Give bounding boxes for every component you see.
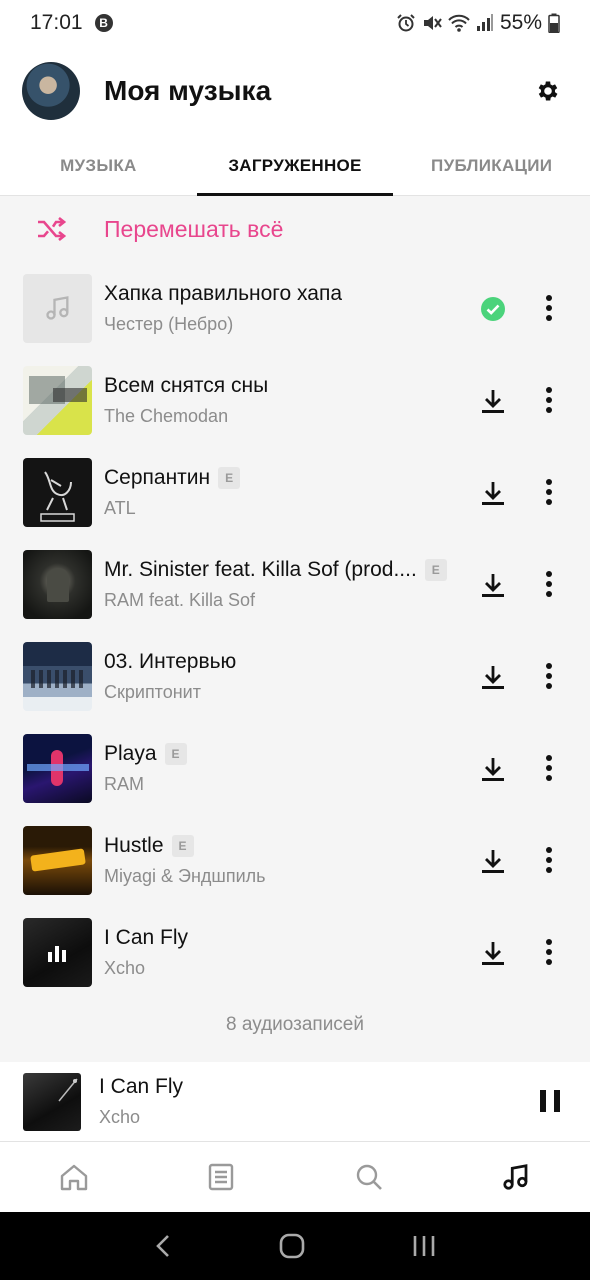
track-artist: RAM feat. Killa Sof (104, 589, 256, 610)
music-icon[interactable] (443, 1142, 590, 1212)
track-row[interactable]: Hustle E Miyagi & Эндшпиль (0, 814, 590, 906)
feed-icon[interactable] (148, 1142, 296, 1212)
track-row[interactable]: Mr. Sinister feat. Killa Sof (prod.... E … (0, 538, 590, 630)
download-icon[interactable] (478, 754, 508, 784)
explicit-badge: E (218, 466, 241, 489)
status-time: 17:01 (30, 11, 83, 34)
shuffle-label: Перемешать всё (104, 215, 284, 242)
track-artist: Честер (Небро) (104, 313, 234, 334)
more-options-icon[interactable] (536, 476, 562, 508)
shuffle-icon (38, 217, 66, 241)
signal-icon (476, 14, 493, 31)
download-icon[interactable] (478, 938, 508, 968)
track-artist: Xcho (104, 957, 146, 978)
track-title: Playa (104, 741, 157, 765)
bottom-nav (0, 1142, 590, 1212)
gear-icon[interactable] (528, 71, 568, 111)
more-options-icon[interactable] (536, 936, 562, 968)
track-title: Mr. Sinister feat. Killa Sof (prod.... (104, 557, 417, 581)
search-icon[interactable] (295, 1142, 443, 1212)
track-title: I Can Fly (104, 925, 189, 949)
track-title: 03. Интервью (104, 649, 237, 673)
track-artist: ATL (104, 497, 136, 518)
more-options-icon[interactable] (536, 752, 562, 784)
track-artist: The Chemodan (104, 405, 229, 426)
track-row[interactable]: Playa E RAM (0, 722, 590, 814)
download-icon[interactable] (478, 386, 508, 416)
track-cover (23, 733, 92, 803)
tab-publications[interactable]: ПУБЛИКАЦИИ (393, 136, 590, 195)
more-options-icon[interactable] (536, 568, 562, 600)
download-icon[interactable] (478, 662, 508, 692)
track-cover (23, 917, 92, 987)
explicit-badge: E (424, 558, 447, 581)
now-playing-cover (23, 1072, 81, 1131)
system-nav-bar (0, 1212, 590, 1280)
tab-downloaded[interactable]: ЗАГРУЖЕННОЕ (196, 136, 394, 196)
more-options-icon[interactable] (536, 384, 562, 416)
home-button-icon[interactable] (278, 1232, 306, 1260)
back-icon[interactable] (153, 1232, 173, 1260)
more-options-icon[interactable] (536, 844, 562, 876)
explicit-badge: E (164, 742, 187, 765)
download-icon[interactable] (478, 570, 508, 600)
track-row[interactable]: Всем снятся сны The Chemodan (0, 354, 590, 446)
home-icon[interactable] (0, 1142, 148, 1212)
alarm-icon (397, 14, 415, 32)
now-playing-artist: Xcho (99, 1107, 141, 1127)
mini-player[interactable]: I Can Fly Xcho (0, 1062, 590, 1142)
header: Моя музыка (0, 46, 590, 136)
track-cover (23, 825, 92, 895)
track-cover (23, 365, 92, 435)
recents-icon[interactable] (411, 1233, 437, 1259)
track-list: Хапка правильного хапа Честер (Небро) Вс… (0, 262, 590, 998)
track-artist: RAM (104, 773, 144, 794)
track-cover-placeholder (23, 273, 92, 343)
track-artist: Miyagi & Эндшпиль (104, 865, 266, 886)
battery-icon (548, 13, 560, 33)
track-cover (23, 457, 92, 527)
track-title: Хапка правильного хапа (104, 281, 343, 305)
track-cover (23, 549, 92, 619)
track-title: Серпантин (104, 465, 211, 489)
battery-level: 55% (499, 11, 542, 34)
pause-icon[interactable] (540, 1090, 560, 1112)
track-cover (23, 641, 92, 711)
track-artist: Скриптонит (104, 681, 201, 702)
download-icon[interactable] (478, 846, 508, 876)
notification-badge: В (94, 14, 113, 32)
track-count: 8 аудиозаписей (226, 1014, 364, 1035)
note-icon (45, 296, 68, 320)
more-options-icon[interactable] (536, 292, 562, 324)
avatar[interactable] (22, 62, 80, 120)
explicit-badge: E (171, 834, 194, 857)
track-title: Hustle (104, 833, 164, 857)
track-row[interactable]: Серпантин E ATL (0, 446, 590, 538)
wifi-icon (448, 14, 470, 32)
mute-icon (423, 16, 442, 30)
downloaded-check-icon (478, 294, 508, 324)
tab-bar: МУЗЫКА ЗАГРУЖЕННОЕ ПУБЛИКАЦИИ (0, 136, 590, 196)
status-bar: 17:01 В 55% (0, 0, 590, 46)
shuffle-all-button[interactable]: Перемешать всё (0, 204, 590, 254)
now-playing-title: I Can Fly (99, 1075, 184, 1098)
more-options-icon[interactable] (536, 660, 562, 692)
track-row[interactable]: 03. Интервью Скриптонит (0, 630, 590, 722)
tab-music[interactable]: МУЗЫКА (0, 136, 197, 195)
status-icons: 55% (396, 11, 560, 35)
track-row[interactable]: Хапка правильного хапа Честер (Небро) (0, 262, 590, 354)
download-icon[interactable] (478, 478, 508, 508)
page-title: Моя музыка (104, 75, 272, 106)
track-title: Всем снятся сны (104, 373, 269, 397)
track-row[interactable]: I Can Fly Xcho (0, 906, 590, 998)
